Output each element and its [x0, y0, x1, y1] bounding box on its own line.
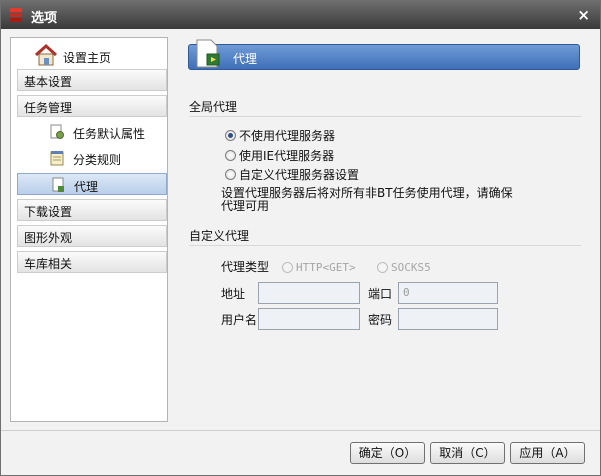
- address-label: 地址: [221, 287, 246, 301]
- app-logo-icon: [10, 8, 22, 22]
- apply-button[interactable]: 应用（A）: [510, 442, 585, 464]
- sidebar-item-label: 车库相关: [24, 257, 73, 271]
- radio-label: 使用IE代理服务器: [239, 148, 335, 163]
- port-input[interactable]: 0: [398, 282, 498, 304]
- close-icon[interactable]: ×: [577, 6, 590, 24]
- cancel-button[interactable]: 取消（C）: [430, 442, 505, 464]
- radio-http-get[interactable]: HTTP<GET>: [282, 259, 356, 275]
- password-input[interactable]: [398, 308, 498, 330]
- radio-button[interactable]: [282, 261, 293, 273]
- password-label: 密码: [368, 313, 393, 327]
- port-label: 端口: [368, 287, 393, 301]
- footer-divider: [1, 430, 600, 431]
- notepad-icon: [50, 151, 64, 166]
- custom-proxy-title: 自定义代理: [189, 229, 250, 243]
- radio-socks5[interactable]: SOCKS5: [377, 259, 431, 275]
- proxy-settings-panel: 代理 全局代理 不使用代理服务器 使用IE代理服务器 自定义代理服务器设置 设置…: [177, 37, 592, 420]
- proxy-note: 设置代理服务器后将对所有非BT任务使用代理，请确保代理可用: [221, 186, 513, 213]
- proxy-header-icon: [196, 39, 220, 68]
- global-proxy-title: 全局代理: [189, 100, 238, 114]
- radio-label: 自定义代理服务器设置: [239, 167, 360, 182]
- username-label: 用户名: [221, 313, 258, 327]
- sidebar-item-appearance[interactable]: 图形外观: [17, 225, 167, 247]
- radio-button[interactable]: [225, 168, 236, 180]
- sidebar-item-proxy[interactable]: 代理: [17, 173, 167, 195]
- options-sidebar: 设置主页 基本设置 任务管理 任务默认属性 分类规则 代理 下载设置 图形外观 …: [10, 37, 168, 422]
- radio-label: HTTP<GET>: [296, 260, 356, 274]
- global-proxy-divider: [189, 116, 581, 117]
- sidebar-item-label: 图形外观: [24, 231, 73, 245]
- title-bar[interactable]: 选项 ×: [1, 1, 600, 29]
- radio-custom-proxy[interactable]: 自定义代理服务器设置: [225, 166, 359, 182]
- panel-header: 代理: [188, 39, 580, 70]
- sidebar-item-task-defaults[interactable]: 任务默认属性: [17, 121, 167, 143]
- sidebar-item-download[interactable]: 下载设置: [17, 199, 167, 221]
- sidebar-item-garage[interactable]: 车库相关: [17, 251, 167, 273]
- sidebar-item-label: 任务管理: [24, 101, 73, 115]
- radio-button[interactable]: [225, 149, 236, 161]
- sidebar-home-label: 设置主页: [63, 51, 112, 65]
- sidebar-item-home[interactable]: 设置主页: [19, 42, 165, 68]
- document-gear-icon: [50, 124, 64, 139]
- proxy-document-icon: [52, 177, 64, 192]
- radio-label: 不使用代理服务器: [239, 128, 336, 143]
- custom-proxy-divider: [189, 245, 581, 246]
- options-window: 选项 × 设置主页 基本设置 任务管理 任务默认属性 分类规则 代理 下载设置 …: [0, 0, 601, 476]
- panel-title: 代理: [233, 52, 258, 66]
- radio-button[interactable]: [225, 129, 236, 141]
- sidebar-item-label: 代理: [74, 180, 99, 194]
- sidebar-item-label: 基本设置: [24, 75, 73, 89]
- proxy-type-label: 代理类型: [221, 260, 270, 274]
- radio-label: SOCKS5: [391, 260, 431, 274]
- sidebar-item-task-management[interactable]: 任务管理: [17, 95, 167, 117]
- radio-no-proxy[interactable]: 不使用代理服务器: [225, 127, 335, 143]
- sidebar-item-label: 任务默认属性: [73, 127, 146, 141]
- sidebar-item-basic[interactable]: 基本设置: [17, 69, 167, 91]
- sidebar-item-category-rules[interactable]: 分类规则: [17, 147, 167, 169]
- radio-button[interactable]: [377, 261, 388, 273]
- ok-button[interactable]: 确定（O）: [350, 442, 425, 464]
- home-icon: [34, 43, 58, 66]
- sidebar-item-label: 分类规则: [73, 153, 122, 167]
- window-title: 选项: [31, 11, 58, 26]
- radio-ie-proxy[interactable]: 使用IE代理服务器: [225, 147, 334, 163]
- address-input[interactable]: [258, 282, 360, 304]
- sidebar-item-label: 下载设置: [24, 205, 73, 219]
- username-input[interactable]: [258, 308, 360, 330]
